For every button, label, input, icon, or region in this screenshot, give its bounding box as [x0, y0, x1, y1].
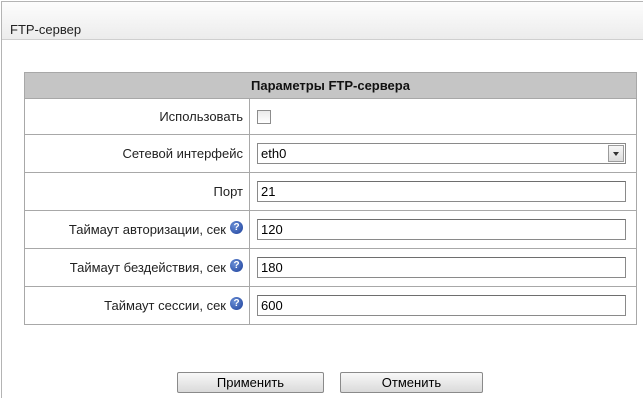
iface-select-value: eth0: [261, 146, 287, 161]
port-label: Порт: [24, 172, 250, 211]
row-auth-timeout: Таймаут авторизации, сек?: [24, 210, 637, 249]
iface-label: Сетевой интерфейс: [24, 134, 250, 173]
row-interface: Сетевой интерфейс eth0: [24, 134, 637, 173]
row-port: Порт: [24, 172, 637, 211]
cancel-button[interactable]: Отменить: [340, 372, 483, 393]
session-timeout-input[interactable]: [257, 295, 626, 316]
iface-select[interactable]: eth0: [257, 143, 626, 164]
help-icon[interactable]: ?: [230, 221, 243, 235]
use-checkbox[interactable]: [257, 110, 271, 125]
apply-button[interactable]: Применить: [177, 372, 324, 393]
session-timeout-label: Таймаут сессии, сек: [104, 297, 226, 313]
panel-title: FTP-сервер: [10, 22, 82, 37]
port-input[interactable]: [257, 181, 626, 202]
auth-timeout-input[interactable]: [257, 219, 626, 240]
use-label: Использовать: [24, 98, 250, 135]
help-icon[interactable]: ?: [230, 259, 243, 273]
help-icon[interactable]: ?: [230, 297, 243, 311]
table-header: Параметры FTP-сервера: [24, 72, 637, 99]
idle-timeout-label: Таймаут бездействия, сек: [69, 259, 226, 275]
chevron-down-icon[interactable]: [608, 145, 624, 162]
panel-header: [2, 2, 643, 40]
row-session-timeout: Таймаут сессии, сек?: [24, 286, 637, 325]
row-idle-timeout: Таймаут бездействия, сек?: [24, 248, 637, 287]
ftp-params-table: Параметры FTP-сервера Использовать Сетев…: [24, 72, 637, 325]
row-use: Использовать: [24, 98, 637, 135]
auth-timeout-label: Таймаут авторизации, сек: [68, 221, 226, 237]
idle-timeout-input[interactable]: [257, 257, 626, 278]
